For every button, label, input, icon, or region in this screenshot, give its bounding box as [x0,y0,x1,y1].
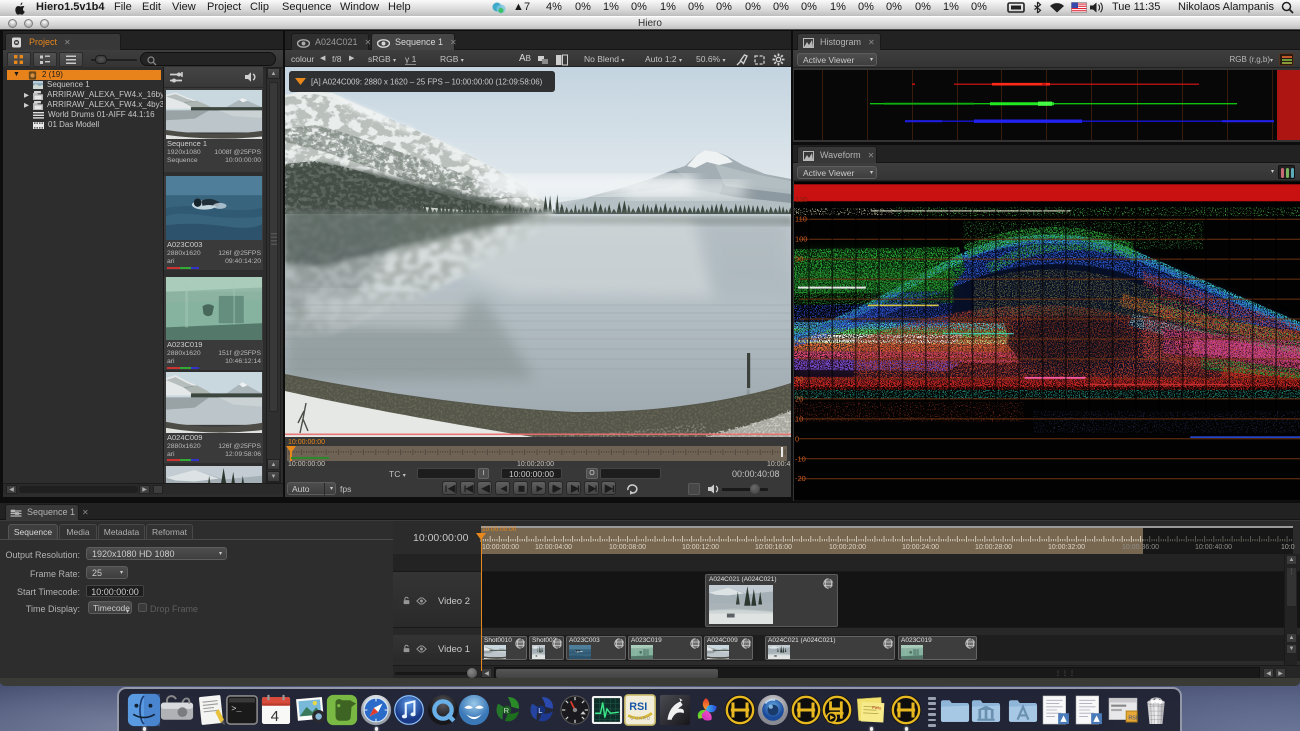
svg-text:[A] A024C009: 2880 x 1620 – 25: [A] A024C009: 2880 x 1620 – 25 FPS – 10:… [311,78,543,87]
svg-text:10: 10 [795,414,803,423]
svg-text:0: 0 [795,434,799,443]
svg-text:20: 20 [795,394,803,403]
svg-text:110: 110 [795,215,807,224]
svg-text:R: R [504,706,510,715]
svg-text:30: 30 [795,374,803,383]
svg-text:4: 4 [271,708,279,725]
svg-text:-20: -20 [795,474,806,483]
svg-text:-10: -10 [795,454,806,463]
svg-text:90: 90 [795,255,803,264]
svg-text:L: L [538,706,542,715]
svg-text:Fwis: Fwis [872,705,881,710]
svg-text:RSI: RSI [629,701,647,713]
svg-text:RSI: RSI [1128,716,1137,722]
svg-text:120: 120 [795,195,807,204]
svg-text:G U A R D: G U A R D [630,716,650,721]
svg-text:100: 100 [795,235,807,244]
svg-text:>_: >_ [231,704,242,714]
